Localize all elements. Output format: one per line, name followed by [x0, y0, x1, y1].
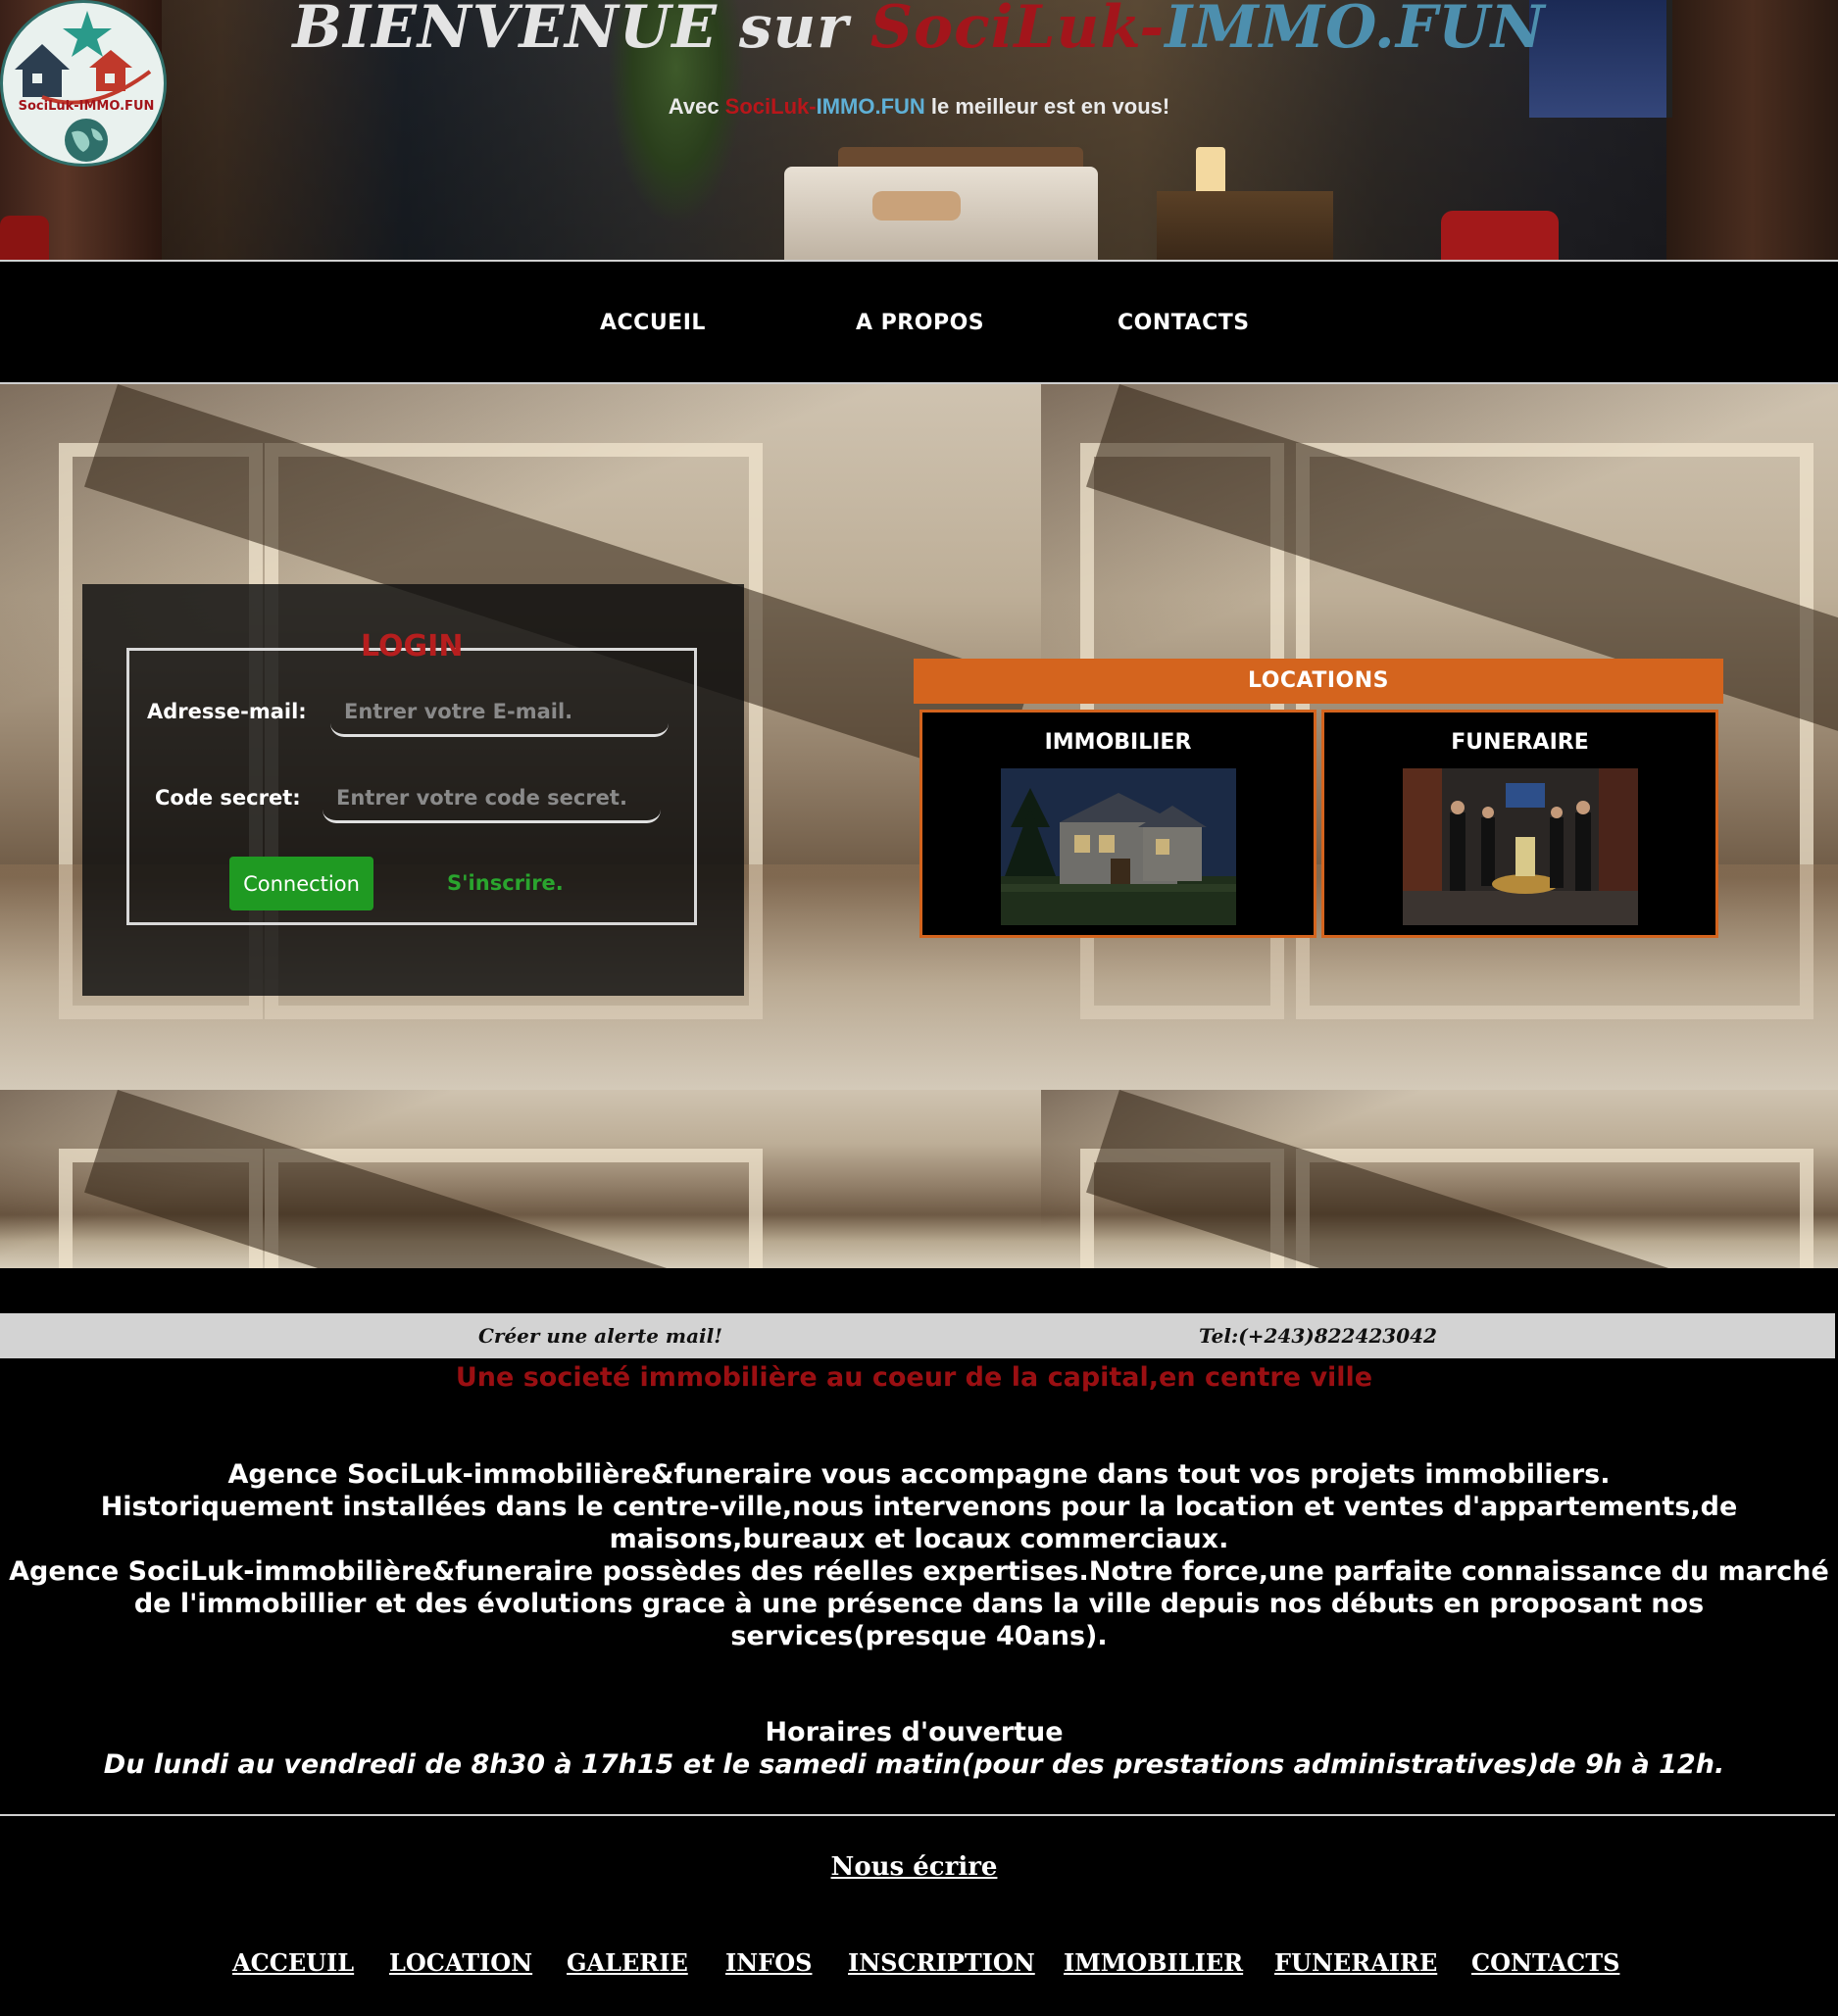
- header-chair-right: [1441, 211, 1559, 260]
- location-card-title: IMMOBILIER: [1044, 730, 1192, 755]
- footer-link-location[interactable]: LOCATION: [389, 1948, 532, 1977]
- tagline: Une societé immobilière au coeur de la c…: [455, 1362, 1373, 1393]
- write-us: Nous écrire: [0, 1852, 1828, 1882]
- header-nightstand: [1157, 191, 1333, 260]
- opening-hours-title: Horaires d'ouvertue: [765, 1717, 1064, 1747]
- footer-divider: [0, 1814, 1835, 1816]
- about-paragraph-3: Agence SociLuk-immobilière&funeraire pos…: [9, 1556, 1829, 1651]
- footer-link-inscription[interactable]: INSCRIPTION: [848, 1948, 1035, 1977]
- footer-link-galerie[interactable]: GALERIE: [567, 1948, 688, 1977]
- header-lamp: [1196, 147, 1225, 191]
- email-label: Adresse-mail:: [147, 700, 307, 723]
- mail-alert-link[interactable]: Créer une alerte mail!: [478, 1324, 722, 1348]
- subtitle-brand-blue: IMMO.FUN: [816, 94, 925, 119]
- locations-panel: LOCATIONS IMMOBILIER FUNERAIRE: [914, 659, 1723, 941]
- login-panel: LOGIN Adresse-mail: Code secret: Connect…: [82, 584, 744, 996]
- nav-item-a-propos[interactable]: A PROPOS: [856, 311, 984, 335]
- subtitle-brand-red: SociLuk-: [724, 94, 817, 119]
- signup-link[interactable]: S'inscrire.: [447, 871, 564, 895]
- login-legend: LOGIN: [361, 629, 464, 664]
- nav-item-contacts[interactable]: CONTACTS: [1118, 311, 1250, 335]
- hero-tile-interior-bottom: [0, 1090, 1041, 1268]
- email-field[interactable]: [330, 688, 669, 737]
- site-title-brand-blue: IMMO.FUN: [1165, 0, 1546, 62]
- login-form: LOGIN Adresse-mail: Code secret: Connect…: [126, 629, 697, 925]
- subtitle-motto: le meilleur est en vous!: [924, 94, 1170, 119]
- about-paragraph-1: Agence SociLuk-immobilière&funeraire vou…: [227, 1459, 1611, 1490]
- connection-button[interactable]: Connection: [229, 857, 373, 910]
- site-title: BIENVENUE sur SociLuk-IMMO.FUN: [0, 0, 1838, 59]
- password-label: Code secret:: [155, 786, 301, 810]
- header-pillow: [872, 191, 961, 221]
- about-text: Agence SociLuk-immobilière&funeraire vou…: [0, 1458, 1838, 1652]
- about-paragraph-2: Historiquement installées dans le centre…: [100, 1492, 1738, 1554]
- location-card-title: FUNERAIRE: [1451, 730, 1589, 755]
- funeral-image[interactable]: [1403, 768, 1638, 925]
- footer-link-acceuil[interactable]: ACCEUIL: [232, 1948, 354, 1977]
- header-chair-left: [0, 216, 49, 260]
- site-title-welcome: BIENVENUE sur: [292, 0, 870, 62]
- location-card-funeraire[interactable]: FUNERAIRE: [1321, 710, 1718, 938]
- info-bar: Créer une alerte mail! Tel:(+243)8224230…: [0, 1313, 1835, 1358]
- subtitle-avec: Avec: [668, 94, 725, 119]
- phone-number: Tel:(+243)822423042: [1199, 1324, 1437, 1348]
- password-field[interactable]: [323, 774, 661, 823]
- locations-header: LOCATIONS: [914, 659, 1723, 704]
- house-image[interactable]: [1001, 768, 1236, 925]
- site-subtitle: Avec SociLuk-IMMO.FUN le meilleur est en…: [0, 94, 1838, 120]
- nav-item-accueil[interactable]: ACCUEIL: [600, 311, 706, 335]
- footer-nav: ACCEUIL LOCATION GALERIE INFOS INSCRIPTI…: [0, 1948, 1838, 1988]
- header-banner: SociLuk-IMMO.FUN BIENVENUE sur SociLuk-I…: [0, 0, 1838, 260]
- footer-link-infos[interactable]: INFOS: [725, 1948, 812, 1977]
- footer-link-funeraire[interactable]: FUNERAIRE: [1274, 1948, 1437, 1977]
- footer-link-immobilier[interactable]: IMMOBILIER: [1064, 1948, 1243, 1977]
- hero-tile-interior-bottom-right: [1041, 1090, 1838, 1268]
- footer-link-contacts[interactable]: CONTACTS: [1471, 1948, 1619, 1977]
- location-card-immobilier[interactable]: IMMOBILIER: [919, 710, 1316, 938]
- site-title-brand-red: SociLuk-: [869, 0, 1166, 62]
- opening-hours-text: Du lundi au vendredi de 8h30 à 17h15 et …: [103, 1749, 1725, 1780]
- write-us-link[interactable]: Nous écrire: [831, 1852, 998, 1882]
- main-nav: ACCUEIL A PROPOS CONTACTS: [0, 260, 1838, 384]
